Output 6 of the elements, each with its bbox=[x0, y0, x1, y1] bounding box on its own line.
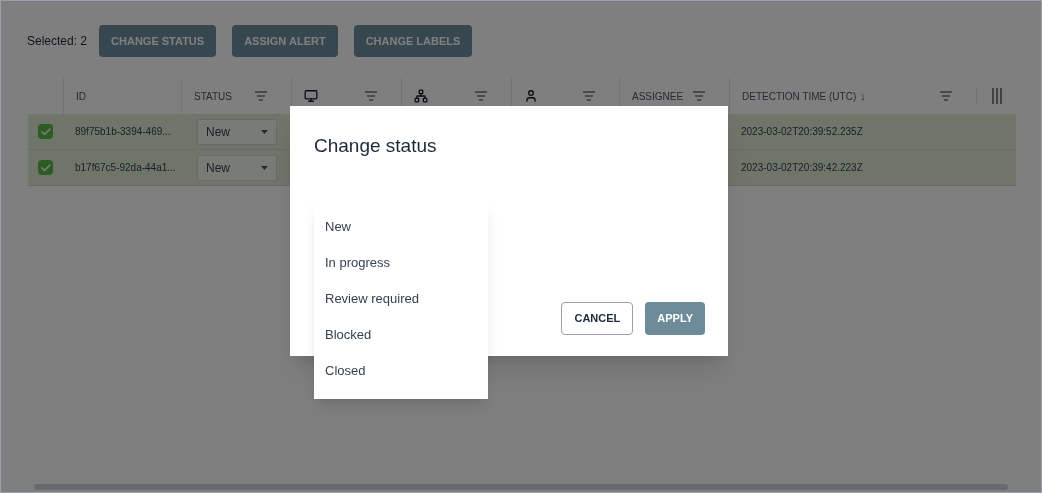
table-cell-text: 89f75b1b-3394-469... bbox=[74, 125, 172, 139]
selected-count: Selected: 2 bbox=[27, 33, 88, 49]
table-cell-text: 2023-03-02T20:39:42.223Z bbox=[740, 161, 864, 175]
dialog-title: Change status bbox=[314, 134, 437, 158]
table-cell-text: b17f67c5-92da-44a1... bbox=[74, 161, 177, 175]
table-cell-text: 2023-03-02T20:39:52.235Z bbox=[740, 125, 864, 139]
